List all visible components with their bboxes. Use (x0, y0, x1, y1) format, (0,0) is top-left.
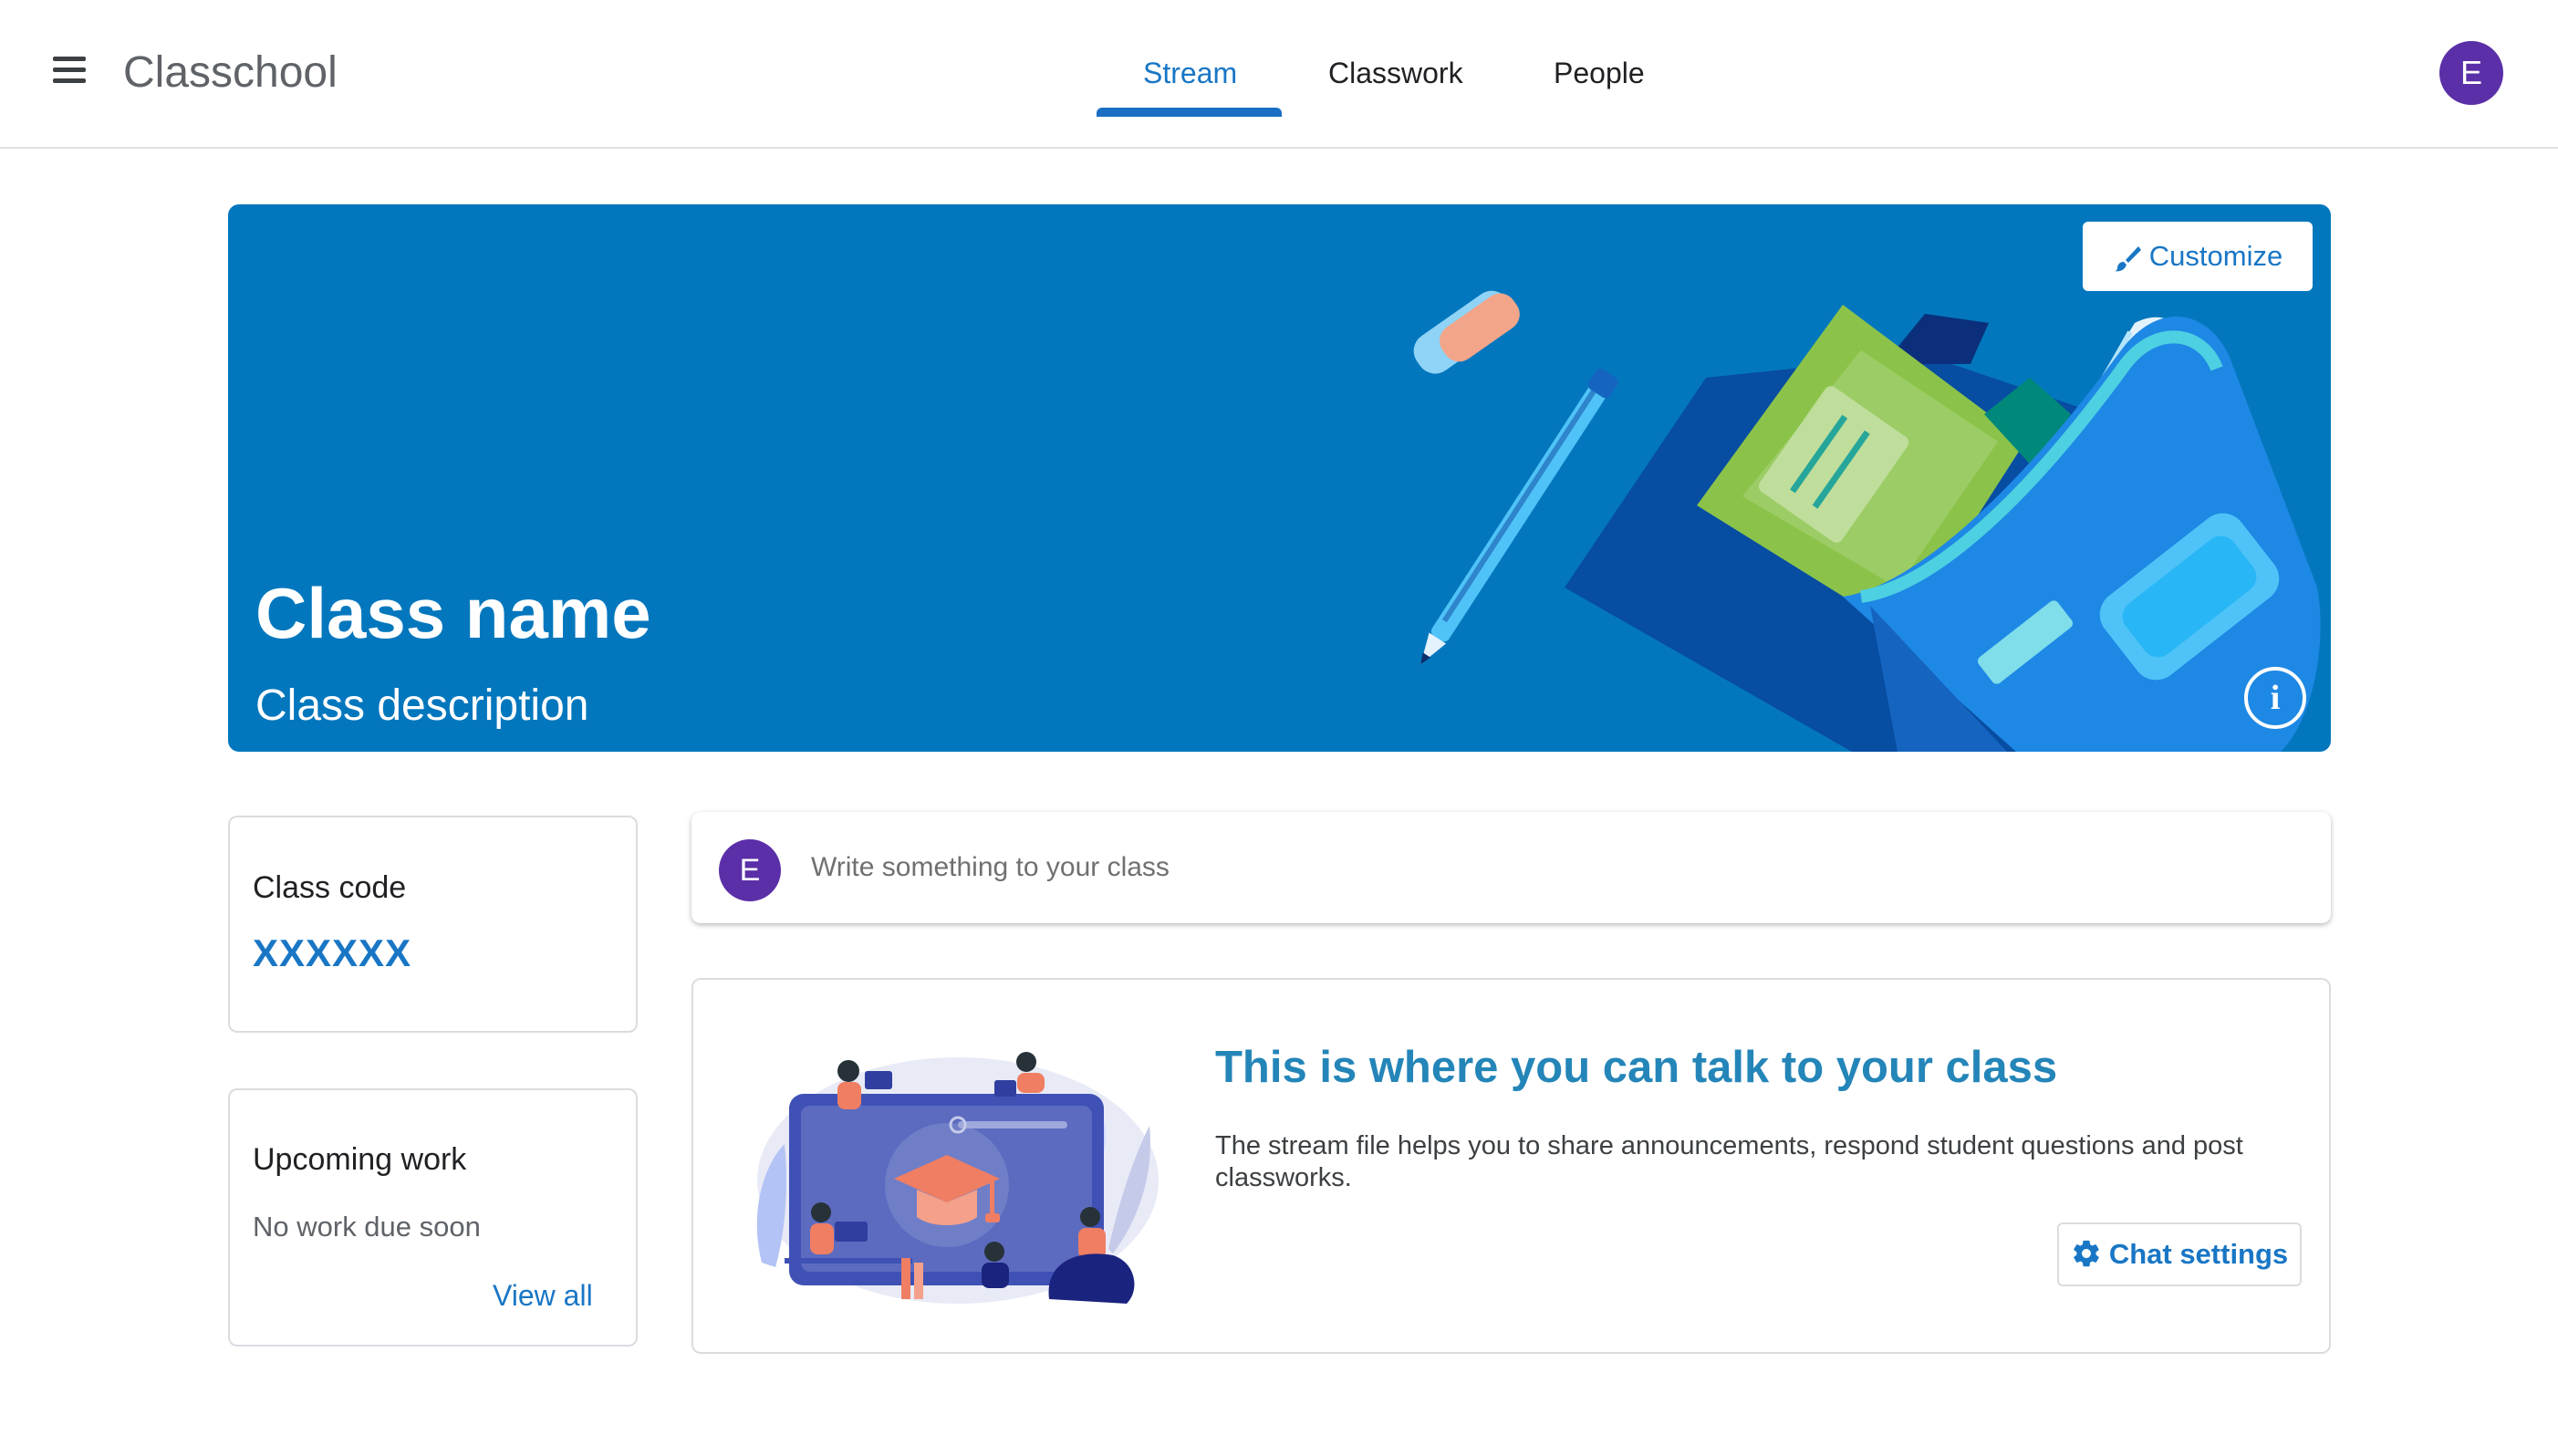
upcoming-work-empty-text: No work due soon (253, 1211, 481, 1243)
user-avatar[interactable]: E (2439, 41, 2503, 105)
customize-button[interactable]: Customize (2083, 222, 2313, 291)
app-title[interactable]: Classchool (123, 47, 338, 98)
view-all-link[interactable]: View all (493, 1279, 593, 1313)
avatar: E (719, 839, 781, 901)
class-code-value[interactable]: XXXXXX (253, 931, 411, 975)
tab-stream[interactable]: Stream (1143, 57, 1237, 90)
backpack-illustration (1413, 290, 2321, 752)
talk-to-class-card: This is where you can talk to your class… (691, 978, 2331, 1354)
class-description: Class description (255, 681, 589, 730)
talk-title: This is where you can talk to your class (1215, 1043, 2058, 1092)
hamburger-menu-icon[interactable] (53, 57, 88, 84)
class-code-label: Class code (253, 870, 407, 905)
paintbrush-icon (2114, 245, 2141, 272)
class-code-card: Class code XXXXXX (228, 816, 638, 1033)
talk-description: The stream file helps you to share annou… (1215, 1131, 2243, 1192)
info-icon[interactable]: i (2244, 667, 2306, 729)
top-app-bar: Classchool Stream Classwork People E (0, 0, 2558, 149)
compose-placeholder[interactable]: Write something to your class (811, 852, 1170, 883)
compose-announcement[interactable]: E Write something to your class (691, 812, 2331, 923)
upcoming-work-label: Upcoming work (253, 1142, 467, 1177)
gear-icon (2074, 1240, 2099, 1267)
classroom-illustration (756, 1052, 1159, 1304)
active-tab-indicator (1097, 108, 1282, 117)
chat-settings-button[interactable]: Chat settings (2057, 1222, 2302, 1286)
class-banner: Customize Class name Class description i (228, 204, 2331, 752)
upcoming-work-card: Upcoming work No work due soon View all (228, 1088, 638, 1347)
tab-people[interactable]: People (1554, 57, 1645, 90)
class-name-heading: Class name (255, 573, 651, 653)
customize-label: Customize (2148, 240, 2283, 272)
chat-settings-label: Chat settings (2108, 1238, 2289, 1270)
tab-classwork[interactable]: Classwork (1328, 57, 1463, 90)
